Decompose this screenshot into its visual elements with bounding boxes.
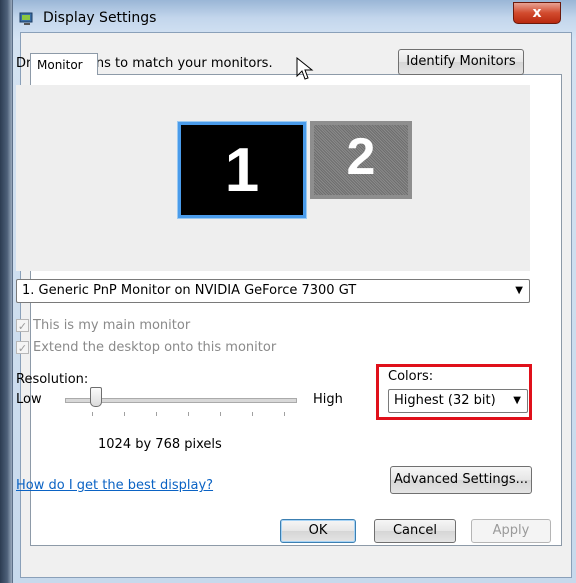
resolution-low-label: Low bbox=[16, 392, 42, 407]
monitor-1-icon[interactable]: 1 bbox=[177, 121, 307, 219]
slider-tick bbox=[284, 412, 285, 416]
advanced-settings-button[interactable]: Advanced Settings... bbox=[390, 466, 532, 494]
resolution-label: Resolution: bbox=[16, 372, 89, 387]
close-button[interactable]: x bbox=[513, 2, 561, 24]
identify-monitors-button[interactable]: Identify Monitors bbox=[398, 49, 524, 75]
slider-tick bbox=[188, 412, 189, 416]
mouse-cursor-icon bbox=[296, 57, 314, 80]
slider-tick bbox=[156, 412, 157, 416]
close-icon: x bbox=[532, 5, 542, 21]
monitor-2-icon[interactable]: 2 bbox=[310, 121, 412, 199]
window-title: Display Settings bbox=[43, 10, 157, 26]
ok-button[interactable]: OK bbox=[280, 519, 356, 543]
best-display-help-link[interactable]: How do I get the best display? bbox=[16, 478, 213, 493]
desktop-background-strip bbox=[0, 0, 12, 583]
help-link-wrapper: How do I get the best display? bbox=[16, 474, 213, 493]
extend-desktop-checkbox[interactable]: ✓ bbox=[16, 341, 29, 355]
resolution-slider-thumb[interactable] bbox=[90, 387, 102, 407]
monitor-select-value: 1. Generic PnP Monitor on NVIDIA GeForce… bbox=[22, 283, 357, 298]
main-monitor-label: This is my main monitor bbox=[33, 318, 191, 333]
monitor-select[interactable]: 1. Generic PnP Monitor on NVIDIA GeForce… bbox=[16, 279, 530, 303]
colors-select[interactable]: Highest (32 bit) ▼ bbox=[388, 389, 528, 413]
slider-tick bbox=[220, 412, 221, 416]
resolution-value: 1024 by 768 pixels bbox=[98, 437, 222, 452]
monitor-1-number: 1 bbox=[224, 136, 260, 205]
main-monitor-checkbox[interactable]: ✓ bbox=[16, 319, 29, 333]
extend-desktop-label: Extend the desktop onto this monitor bbox=[33, 340, 277, 355]
dropdown-arrow-icon: ▼ bbox=[513, 395, 521, 406]
slider-tick bbox=[124, 412, 125, 416]
monitor-2-number: 2 bbox=[346, 128, 376, 186]
main-monitor-checkbox-row: ✓ This is my main monitor bbox=[16, 318, 190, 333]
monitor-arrangement-area: 1 2 bbox=[16, 85, 530, 271]
colors-label: Colors: bbox=[388, 369, 434, 384]
tab-monitor[interactable]: Monitor bbox=[30, 53, 98, 75]
extend-desktop-checkbox-row: ✓ Extend the desktop onto this monitor bbox=[16, 340, 276, 355]
resolution-high-label: High bbox=[313, 392, 343, 407]
slider-tick bbox=[252, 412, 253, 416]
apply-button: Apply bbox=[471, 519, 551, 543]
colors-select-value: Highest (32 bit) bbox=[394, 393, 496, 408]
dropdown-arrow-icon: ▼ bbox=[515, 285, 523, 296]
display-settings-icon bbox=[19, 12, 33, 25]
cancel-button[interactable]: Cancel bbox=[374, 519, 456, 543]
slider-tick bbox=[92, 412, 93, 416]
